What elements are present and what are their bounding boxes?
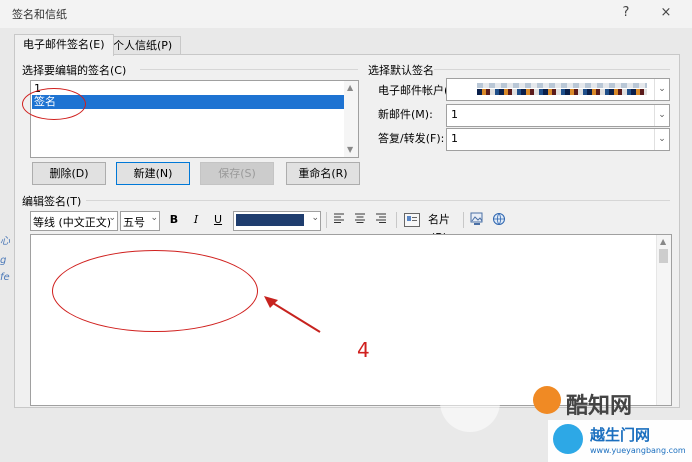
signature-list-label: 选择要编辑的签名(C) bbox=[22, 64, 127, 77]
annotation-step-number: 4 bbox=[357, 338, 370, 362]
business-card-icon[interactable] bbox=[404, 213, 420, 227]
divider bbox=[463, 212, 464, 228]
background-artifact: 心 bbox=[0, 236, 10, 247]
tab-email-signature[interactable]: 电子邮件签名(E) bbox=[14, 34, 114, 56]
align-left-icon[interactable] bbox=[332, 211, 348, 229]
divider bbox=[396, 212, 397, 228]
size-value: 五号 bbox=[123, 216, 145, 229]
account-select[interactable]: ⌄ bbox=[446, 78, 670, 101]
watermark-logo bbox=[533, 386, 561, 414]
window-title: 签名和信纸 bbox=[12, 8, 67, 21]
chevron-down-icon[interactable]: ⌄ bbox=[654, 105, 669, 126]
default-signature-label: 选择默认签名 bbox=[368, 64, 434, 77]
align-center-icon[interactable] bbox=[352, 211, 368, 229]
rename-button[interactable]: 重命名(R) bbox=[286, 162, 360, 185]
divider bbox=[326, 212, 327, 228]
new-mail-select[interactable]: 1 ⌄ bbox=[446, 104, 670, 127]
font-color-select[interactable]: ⌄ bbox=[233, 211, 321, 231]
new-button[interactable]: 新建(N) bbox=[116, 162, 190, 185]
divider bbox=[86, 200, 670, 201]
font-color-swatch bbox=[236, 214, 304, 226]
delete-button[interactable]: 删除(D) bbox=[32, 162, 106, 185]
italic-button[interactable]: I bbox=[188, 211, 204, 229]
divider bbox=[434, 69, 670, 70]
font-value: 等线 (中文正文) bbox=[33, 216, 112, 229]
scroll-up-icon[interactable]: ▲ bbox=[660, 237, 666, 246]
chevron-down-icon[interactable]: ⌄ bbox=[654, 129, 669, 150]
annotation-ellipse-editor bbox=[52, 250, 258, 332]
chevron-down-icon[interactable]: ⌄ bbox=[150, 213, 158, 223]
chevron-down-icon[interactable]: ⌄ bbox=[654, 79, 669, 100]
align-right-icon[interactable] bbox=[372, 211, 388, 229]
signature-listbox[interactable]: 1 签名 ▲ ▼ bbox=[30, 80, 359, 158]
reply-select[interactable]: 1 ⌄ bbox=[446, 128, 670, 151]
new-mail-value: 1 bbox=[451, 108, 458, 121]
chevron-down-icon[interactable]: ⌄ bbox=[108, 213, 116, 223]
edit-signature-label: 编辑签名(T) bbox=[22, 195, 82, 208]
insert-picture-icon[interactable] bbox=[470, 212, 484, 226]
watermark-text: 酷知网 bbox=[566, 394, 633, 419]
watermark-url: www.yueyangbang.com bbox=[590, 446, 686, 455]
reply-value: 1 bbox=[451, 132, 458, 145]
annotation-ellipse-list bbox=[22, 88, 86, 120]
title-bar bbox=[0, 0, 692, 28]
watermark-text: 越生门网 bbox=[590, 426, 651, 444]
tab-personal-stationery[interactable]: 个人信纸(P) bbox=[104, 36, 182, 55]
scroll-up-icon[interactable]: ▲ bbox=[347, 83, 353, 92]
list-scrollbar[interactable]: ▲ ▼ bbox=[344, 81, 358, 157]
font-select[interactable]: 等线 (中文正文) ⌄ bbox=[30, 211, 118, 231]
save-button[interactable]: 保存(S) bbox=[200, 162, 274, 185]
chevron-down-icon[interactable]: ⌄ bbox=[311, 213, 319, 223]
hyperlink-icon[interactable] bbox=[492, 212, 506, 226]
bold-button[interactable]: B bbox=[166, 211, 182, 229]
new-mail-label: 新邮件(M): bbox=[378, 108, 433, 121]
background-artifact: fe bbox=[0, 272, 10, 283]
divider bbox=[140, 69, 358, 70]
watermark-logo bbox=[553, 424, 583, 454]
annotation-arrow-icon bbox=[264, 296, 321, 333]
close-button[interactable]: × bbox=[654, 4, 678, 22]
editor-scrollbar[interactable]: ▲ bbox=[656, 235, 671, 405]
scroll-down-icon[interactable]: ▼ bbox=[347, 145, 353, 154]
underline-button[interactable]: U bbox=[210, 211, 226, 229]
account-redacted bbox=[477, 83, 647, 95]
scroll-thumb[interactable] bbox=[659, 249, 668, 263]
help-button[interactable]: ? bbox=[614, 4, 638, 22]
business-card-button[interactable]: 名片(B) bbox=[421, 211, 457, 244]
watermark-logo bbox=[440, 372, 500, 432]
reply-label: 答复/转发(F): bbox=[378, 132, 445, 145]
background-artifact: g bbox=[0, 255, 7, 266]
size-select[interactable]: 五号 ⌄ bbox=[120, 211, 160, 231]
